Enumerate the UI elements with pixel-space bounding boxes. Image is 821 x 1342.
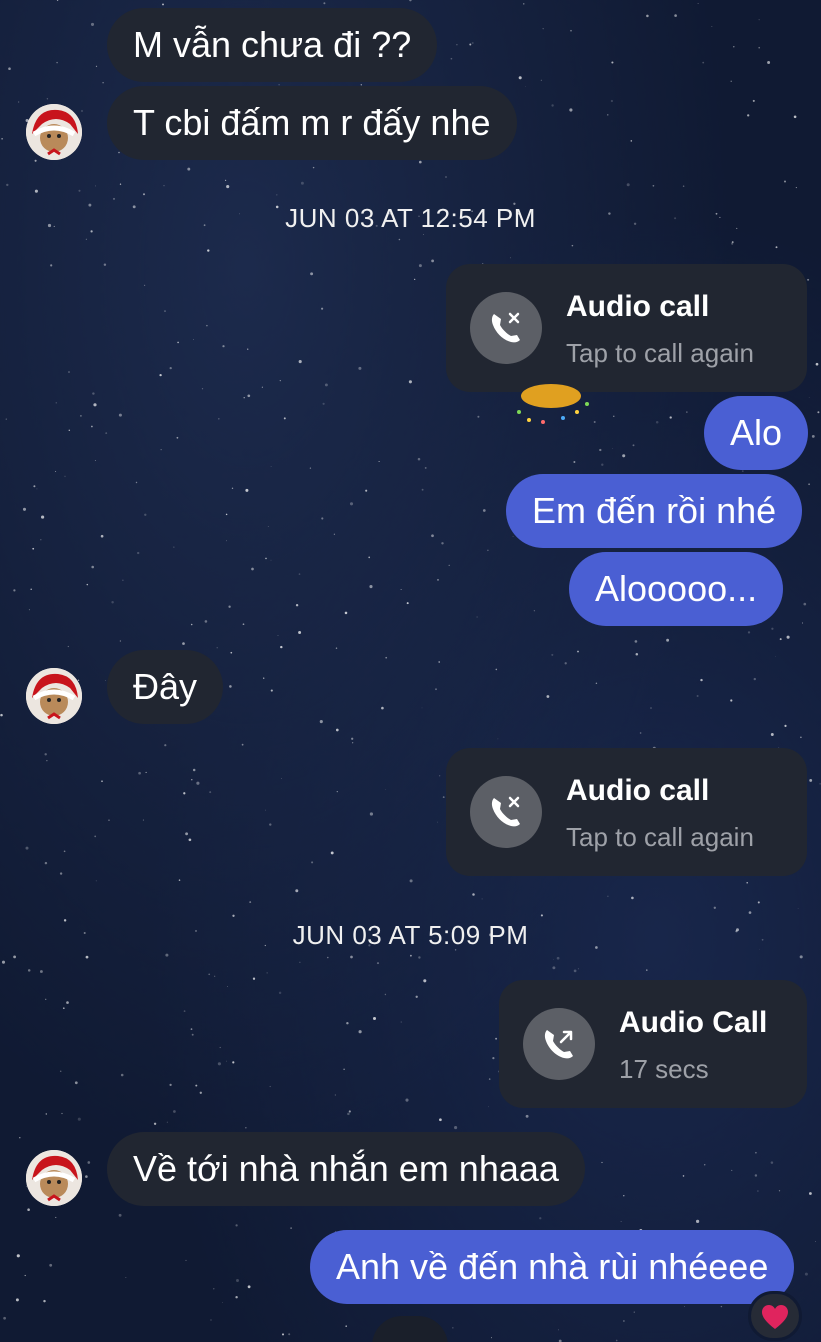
message-text: Anh về đến nhà rùi nhéeee [336,1246,769,1287]
call-subtitle: Tap to call again [566,338,754,368]
message-text: T cbi đấm m r đấy nhe [133,102,491,143]
outgoing-call-icon [523,1008,595,1080]
call-title: Audio Call [619,1006,768,1039]
message-text: Em đến rồi nhé [532,490,777,531]
message-reaction[interactable] [748,1291,802,1341]
call-title: Audio call [566,774,710,807]
message-text: Alooooo... [595,568,758,609]
timestamp-divider: JUN 03 AT 5:09 PM [292,920,529,950]
incoming-message-bubble[interactable]: Đây [107,650,224,724]
call-subtitle: 17 secs [619,1054,709,1084]
outgoing-message-bubble[interactable]: Alo [704,396,809,470]
incoming-message-bubble[interactable]: T cbi đấm m r đấy nhe [107,86,517,160]
message-text: Đây [133,666,198,707]
contact-avatar[interactable] [26,668,82,724]
cat-avatar-icon [26,1150,82,1206]
missed-call-icon [470,776,542,848]
audio-call-card[interactable]: Audio Call 17 secs [499,980,807,1108]
cat-avatar-icon [26,668,82,724]
timestamp-divider: JUN 03 AT 12:54 PM [285,203,536,233]
call-title: Audio call [566,290,710,323]
sparkle-sticker-icon [517,384,589,424]
contact-avatar[interactable] [26,104,82,160]
missed-call-icon [470,292,542,364]
outgoing-message-bubble[interactable]: Em đến rồi nhé [506,474,803,548]
heart-icon [762,1305,788,1329]
message-text: Về tới nhà nhắn em nhaaa [133,1148,559,1189]
incoming-message-bubble[interactable]: Về tới nhà nhắn em nhaaa [107,1132,585,1206]
message-text: M vẫn chưa đi ?? [133,24,412,65]
contact-avatar[interactable] [26,1150,82,1206]
message-text: Alo [730,412,783,453]
outgoing-message-bubble[interactable]: Anh về đến nhà rùi nhéeee [310,1230,795,1304]
call-subtitle: Tap to call again [566,822,754,852]
incoming-message-bubble[interactable]: M vẫn chưa đi ?? [107,8,438,82]
audio-call-card[interactable]: Audio call Tap to call again [446,264,807,392]
outgoing-message-bubble[interactable]: Alooooo... [569,552,784,626]
cat-avatar-icon [26,104,82,160]
audio-call-card[interactable]: Audio call Tap to call again [446,748,807,876]
